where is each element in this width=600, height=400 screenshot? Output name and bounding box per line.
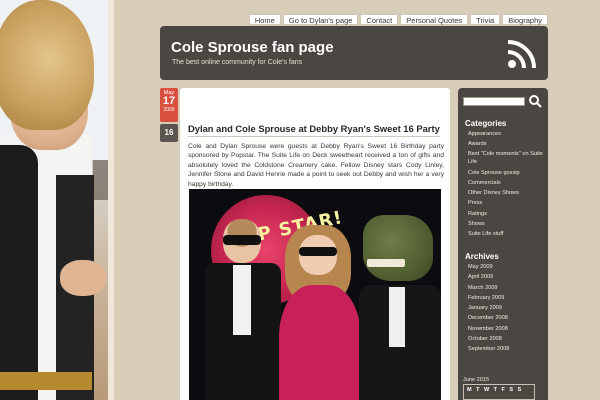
archive-item[interactable]: January 2009 — [468, 303, 509, 313]
site-header: Cole Sprouse fan page The best online co… — [160, 26, 548, 80]
archive-item[interactable]: September 2008 — [468, 344, 509, 354]
archive-item[interactable]: November 2008 — [468, 324, 509, 334]
nav-personal-quotes[interactable]: Personal Quotes — [400, 14, 469, 25]
post-date-badge: May 17 2009 — [160, 88, 178, 122]
calendar-weekday: S — [517, 387, 522, 393]
site-tagline: The best online community for Cole's fan… — [172, 59, 303, 66]
search-input[interactable] — [463, 97, 525, 106]
post-divider — [188, 136, 440, 137]
nav-trivia[interactable]: Trivia — [470, 14, 501, 25]
category-item[interactable]: Appearances — [468, 129, 546, 139]
category-item[interactable]: Awards — [468, 139, 546, 149]
category-item[interactable]: Ratings — [468, 209, 546, 219]
photo-person-boy — [201, 219, 281, 400]
comment-count-badge[interactable]: 16 — [160, 124, 178, 142]
category-item[interactable]: Suite Life stuff — [468, 229, 546, 239]
photo-person-girl — [279, 225, 369, 400]
category-item[interactable]: Other Disney Shows — [468, 188, 546, 198]
calendar-weekdays: M T W T F S S — [467, 387, 521, 393]
calendar-weekday: T — [493, 387, 498, 393]
archive-item[interactable]: October 2008 — [468, 334, 509, 344]
categories-heading: Categories — [465, 119, 507, 128]
category-item[interactable]: Best "Cole moments" on Suite Life — [468, 151, 546, 166]
post-photo[interactable]: POP STAR! — [189, 189, 441, 400]
nav-contact[interactable]: Contact — [360, 14, 399, 25]
nav-dylans-page[interactable]: Go to Dylan's page — [282, 14, 359, 25]
category-item[interactable]: Cole Sprouse gossip — [468, 168, 546, 178]
archive-item[interactable]: April 2009 — [468, 272, 509, 282]
calendar-month: June 2015 — [463, 377, 490, 383]
post-title[interactable]: Dylan and Cole Sprouse at Debby Ryan's S… — [188, 123, 440, 134]
category-item[interactable]: Shows — [468, 219, 546, 229]
photo-person-godzilla-mask — [359, 215, 441, 400]
site-title[interactable]: Cole Sprouse fan page — [171, 39, 334, 56]
archives-list: May 2009 April 2009 March 2009 February … — [468, 262, 509, 355]
post-body: Cole and Dylan Sprouse were guests at De… — [188, 143, 444, 188]
calendar-weekday: T — [476, 387, 480, 393]
side-photo — [0, 0, 108, 400]
post-date-day: 17 — [162, 95, 176, 107]
archive-item[interactable]: February 2009 — [468, 293, 509, 303]
calendar-weekday: M — [467, 387, 472, 393]
categories-list: Appearances Awards Best "Cole moments" o… — [468, 129, 546, 240]
calendar-weekday: W — [483, 387, 490, 393]
calendar-weekday: F — [501, 387, 505, 393]
post-date-year: 2009 — [163, 107, 175, 113]
calendar: M T W T F S S — [463, 384, 535, 400]
search-icon[interactable] — [528, 94, 542, 108]
main-content: Dylan and Cole Sprouse at Debby Ryan's S… — [180, 88, 450, 400]
archive-item[interactable]: March 2009 — [468, 283, 509, 293]
archive-item[interactable]: May 2009 — [468, 262, 509, 272]
nav-home[interactable]: Home — [248, 14, 281, 25]
sidebar: Categories Appearances Awards Best "Cole… — [458, 88, 548, 400]
top-nav: Home Go to Dylan's page Contact Personal… — [248, 14, 548, 25]
side-stripe — [108, 0, 114, 400]
nav-biography[interactable]: Biography — [502, 14, 548, 25]
archives-heading: Archives — [465, 252, 499, 261]
calendar-weekday: S — [509, 387, 514, 393]
rss-icon[interactable] — [506, 38, 538, 70]
category-item[interactable]: Press — [468, 198, 546, 208]
archive-item[interactable]: December 2008 — [468, 313, 509, 323]
category-item[interactable]: Commercials — [468, 178, 546, 188]
